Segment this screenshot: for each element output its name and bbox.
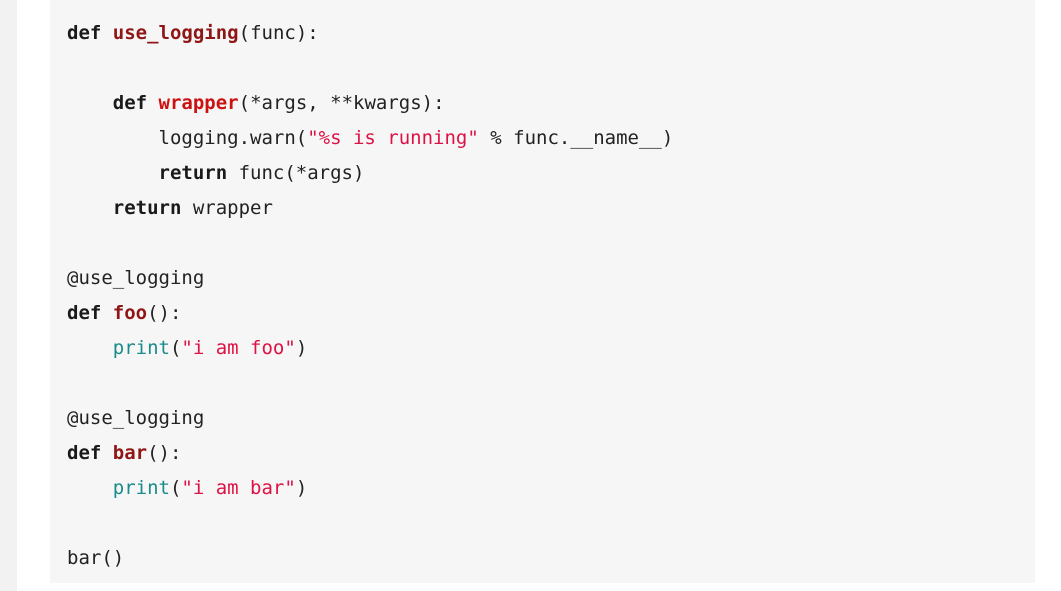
code-line: return func(*args)	[50, 156, 1035, 191]
code-token-str: "i am foo"	[181, 337, 296, 359]
code-line: def wrapper(*args, **kwargs):	[50, 86, 1035, 121]
code-token-builtin: print	[112, 477, 170, 499]
code-line: print("i am foo")	[50, 331, 1035, 366]
code-token-plain: (*args, **kwargs):	[238, 92, 445, 114]
code-token-plain: bar()	[67, 547, 125, 569]
code-token-fn-def: bar	[112, 442, 148, 464]
page-root: def use_logging(func): def wrapper(*args…	[0, 0, 1061, 591]
code-token-plain: (func):	[238, 22, 319, 44]
page-margin-band	[17, 0, 50, 591]
code-token-plain: wrapper	[181, 197, 273, 219]
code-token-kw: return	[158, 162, 228, 184]
code-token-plain: )	[295, 477, 308, 499]
code-token-decorator: @use_logging	[67, 407, 205, 429]
code-line: @use_logging	[50, 401, 1035, 436]
code-listing[interactable]: def use_logging(func): def wrapper(*args…	[50, 16, 1035, 576]
code-token-kw: def	[67, 442, 102, 464]
code-token-plain: (	[169, 337, 182, 359]
code-token-plain: ():	[147, 442, 182, 464]
code-token-plain: func(*args)	[227, 162, 365, 184]
code-token-builtin: print	[112, 337, 170, 359]
code-token-kw: return	[112, 197, 182, 219]
code-token-fn-def: foo	[112, 302, 148, 324]
code-token-kw: def	[67, 302, 102, 324]
code-line: return wrapper	[50, 191, 1035, 226]
code-token-str: "i am bar"	[181, 477, 296, 499]
code-line: @use_logging	[50, 261, 1035, 296]
code-token-plain: (	[169, 477, 182, 499]
code-token-plain: ():	[147, 302, 182, 324]
code-token-plain: logging.warn(	[67, 127, 308, 149]
code-token-decorator: @use_logging	[67, 267, 205, 289]
code-token-kw: def	[67, 22, 102, 44]
code-token-plain: % func.__name__)	[478, 127, 674, 149]
page-left-gutter	[0, 0, 17, 591]
code-block[interactable]: def use_logging(func): def wrapper(*args…	[50, 0, 1035, 583]
code-token-str: "%s is running"	[307, 127, 479, 149]
code-line: print("i am bar")	[50, 471, 1035, 506]
code-token-kw: def	[112, 92, 148, 114]
code-token-fn-inner: wrapper	[158, 92, 239, 114]
code-line: def bar():	[50, 436, 1035, 471]
code-token-plain: )	[295, 337, 308, 359]
code-line: def use_logging(func):	[50, 16, 1035, 51]
code-line: def foo():	[50, 296, 1035, 331]
code-line: bar()	[50, 541, 1035, 576]
code-token-fn-def: use_logging	[112, 22, 239, 44]
code-line: logging.warn("%s is running" % func.__na…	[50, 121, 1035, 156]
